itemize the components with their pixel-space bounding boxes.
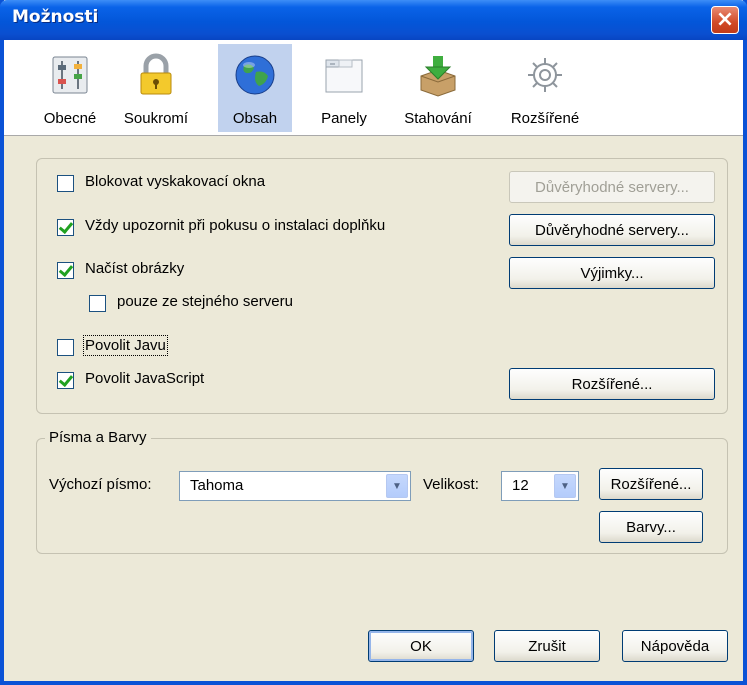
padlock-icon <box>140 53 172 95</box>
block-popups-checkbox[interactable] <box>57 175 74 192</box>
enable-java-checkbox[interactable] <box>57 339 74 356</box>
close-icon: × <box>715 7 735 32</box>
font-size-value: 12 <box>512 477 529 494</box>
tab-tabs[interactable]: Panely <box>302 44 386 132</box>
default-font-value: Tahoma <box>190 477 244 494</box>
trusted-servers-popups-button[interactable]: Důvěryhodné servery... <box>509 171 715 203</box>
cancel-button[interactable]: Zrušit <box>494 630 600 662</box>
enable-js-label: Povolit JavaScript <box>85 370 205 387</box>
javascript-advanced-button[interactable]: Rozšířené... <box>509 368 715 400</box>
help-button[interactable]: Nápověda <box>622 630 728 662</box>
chevron-down-icon[interactable]: ▼ <box>386 474 408 498</box>
fonts-colors-legend: Písma a Barvy <box>45 429 151 446</box>
image-exceptions-button[interactable]: Výjimky... <box>509 257 715 289</box>
fonts-colors-group: Písma a Barvy Výchozí písmo: Tahoma ▼ Ve… <box>36 429 728 554</box>
tab-content-label: Obsah <box>232 110 278 127</box>
general-settings-icon <box>52 56 88 94</box>
default-font-label: Výchozí písmo: <box>49 476 152 493</box>
font-size-label: Velikost: <box>423 476 479 493</box>
trusted-servers-addons-button[interactable]: Důvěryhodné servery... <box>509 214 715 246</box>
fonts-advanced-button[interactable]: Rozšířené... <box>599 468 703 500</box>
tabs-window-icon <box>325 59 363 93</box>
tab-downloads-label: Stahování <box>404 110 472 127</box>
tab-content[interactable]: Obsah <box>218 44 292 132</box>
same-server-checkbox[interactable] <box>89 295 106 312</box>
tab-downloads[interactable]: Stahování <box>390 44 486 132</box>
enable-js-checkbox[interactable] <box>57 372 74 389</box>
warn-addons-checkbox[interactable] <box>57 219 74 236</box>
globe-icon <box>235 55 275 95</box>
tab-advanced[interactable]: Rozšířené <box>498 44 592 132</box>
default-font-select[interactable]: Tahoma ▼ <box>179 471 411 501</box>
tab-general-label: Obecné <box>43 110 97 127</box>
options-dialog: Možnosti × Obecné Soukromí Obsah Panely … <box>0 0 747 685</box>
block-popups-label: Blokovat vyskakovací okna <box>85 173 266 190</box>
window-title: Možnosti <box>12 7 99 27</box>
load-images-checkbox[interactable] <box>57 262 74 279</box>
download-box-icon <box>420 56 456 97</box>
load-images-label: Načíst obrázky <box>85 260 185 277</box>
content-group: Blokovat vyskakovací okna Vždy upozornit… <box>36 158 728 414</box>
same-server-label: pouze ze stejného serveru <box>117 293 293 310</box>
tab-privacy-label: Soukromí <box>123 110 189 127</box>
colors-button[interactable]: Barvy... <box>599 511 703 543</box>
chevron-down-icon[interactable]: ▼ <box>554 474 576 498</box>
warn-addons-label: Vždy upozornit při pokusu o instalaci do… <box>85 217 386 234</box>
tab-general[interactable]: Obecné <box>28 44 112 132</box>
tab-advanced-label: Rozšířené <box>510 110 580 127</box>
title-bar[interactable]: Možnosti × <box>0 0 747 40</box>
options-toolbar: Obecné Soukromí Obsah Panely Stahování R… <box>4 40 743 136</box>
font-size-select[interactable]: 12 ▼ <box>501 471 579 501</box>
tab-tabs-label: Panely <box>321 110 367 127</box>
enable-java-label: Povolit Javu <box>83 335 168 356</box>
tab-privacy[interactable]: Soukromí <box>114 44 198 132</box>
gear-icon <box>528 58 562 92</box>
ok-button[interactable]: OK <box>368 630 474 662</box>
close-button[interactable]: × <box>711 6 739 34</box>
